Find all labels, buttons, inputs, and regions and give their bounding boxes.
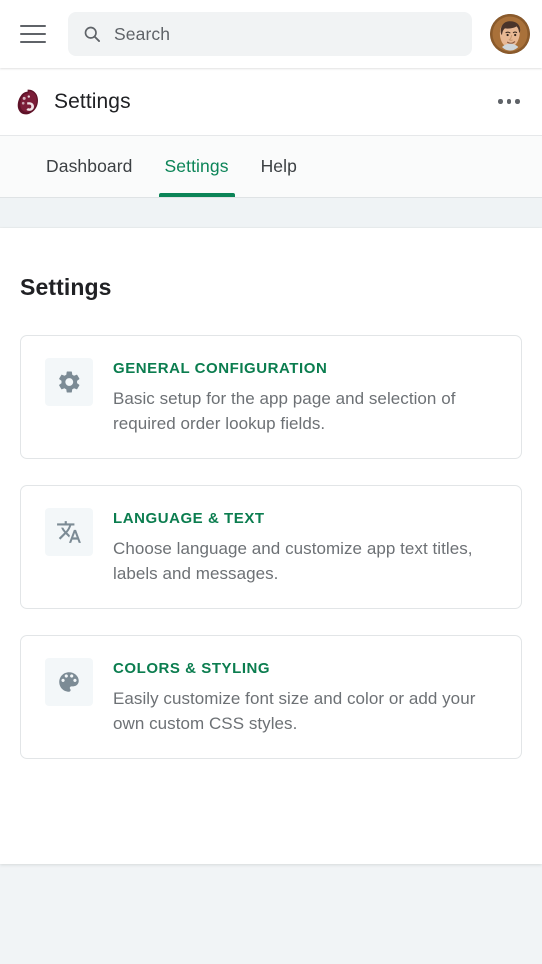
- hamburger-menu-icon[interactable]: [14, 15, 52, 53]
- user-avatar-icon: [490, 14, 530, 54]
- search-input[interactable]: Search: [68, 12, 472, 56]
- settings-heading: Settings: [20, 274, 112, 300]
- card-description: Easily customize font size and color or …: [113, 689, 476, 733]
- top-bar: Search: [0, 0, 542, 68]
- hamburger-line: [20, 33, 46, 35]
- tab-help[interactable]: Help: [245, 136, 313, 197]
- card-title: LANGUAGE & TEXT: [113, 510, 265, 527]
- translate-icon: [57, 521, 81, 543]
- search-icon: [84, 26, 101, 42]
- card-icon-tile: [45, 508, 93, 556]
- settings-card-colors-and-styling[interactable]: COLORS & STYLING Easily customize font s…: [20, 635, 522, 759]
- app-logo-icon: [17, 89, 38, 114]
- card-title: COLORS & STYLING: [113, 660, 271, 677]
- hamburger-line: [20, 25, 46, 27]
- page-title: Settings: [54, 89, 131, 113]
- palette-icon: [59, 672, 79, 692]
- settings-content: Settings GENERAL CONFIGURATION Basic set…: [0, 228, 542, 864]
- page-footer-background: [0, 864, 542, 964]
- kebab-dot: [506, 99, 512, 104]
- app-screen: Search Settings Dashboard Settings Help …: [0, 0, 542, 964]
- tab-bar: Dashboard Settings Help: [0, 136, 542, 198]
- card-body: COLORS & STYLING Easily customize font s…: [113, 658, 501, 736]
- tab-settings[interactable]: Settings: [149, 136, 245, 197]
- hamburger-line: [20, 41, 46, 43]
- search-placeholder: Search: [114, 23, 171, 44]
- card-icon-tile: [45, 658, 93, 706]
- gear-icon: [59, 371, 80, 393]
- settings-card-list: GENERAL CONFIGURATION Basic setup for th…: [20, 335, 522, 759]
- settings-card-language-and-text[interactable]: LANGUAGE & TEXT Choose language and cust…: [20, 485, 522, 609]
- section-divider-band: [0, 198, 542, 228]
- card-body: LANGUAGE & TEXT Choose language and cust…: [113, 508, 501, 586]
- card-body: GENERAL CONFIGURATION Basic setup for th…: [113, 358, 501, 436]
- card-description: Basic setup for the app page and selecti…: [113, 389, 456, 433]
- settings-card-general-configuration[interactable]: GENERAL CONFIGURATION Basic setup for th…: [20, 335, 522, 459]
- card-description: Choose language and customize app text t…: [113, 539, 473, 583]
- tab-dashboard[interactable]: Dashboard: [30, 136, 149, 197]
- kebab-dot: [498, 99, 503, 104]
- card-title: GENERAL CONFIGURATION: [113, 360, 328, 377]
- card-icon-tile: [45, 358, 93, 406]
- avatar[interactable]: [490, 14, 530, 54]
- kebab-dot: [515, 99, 520, 104]
- app-header-row: Settings: [0, 68, 542, 136]
- more-options-icon[interactable]: [492, 85, 526, 119]
